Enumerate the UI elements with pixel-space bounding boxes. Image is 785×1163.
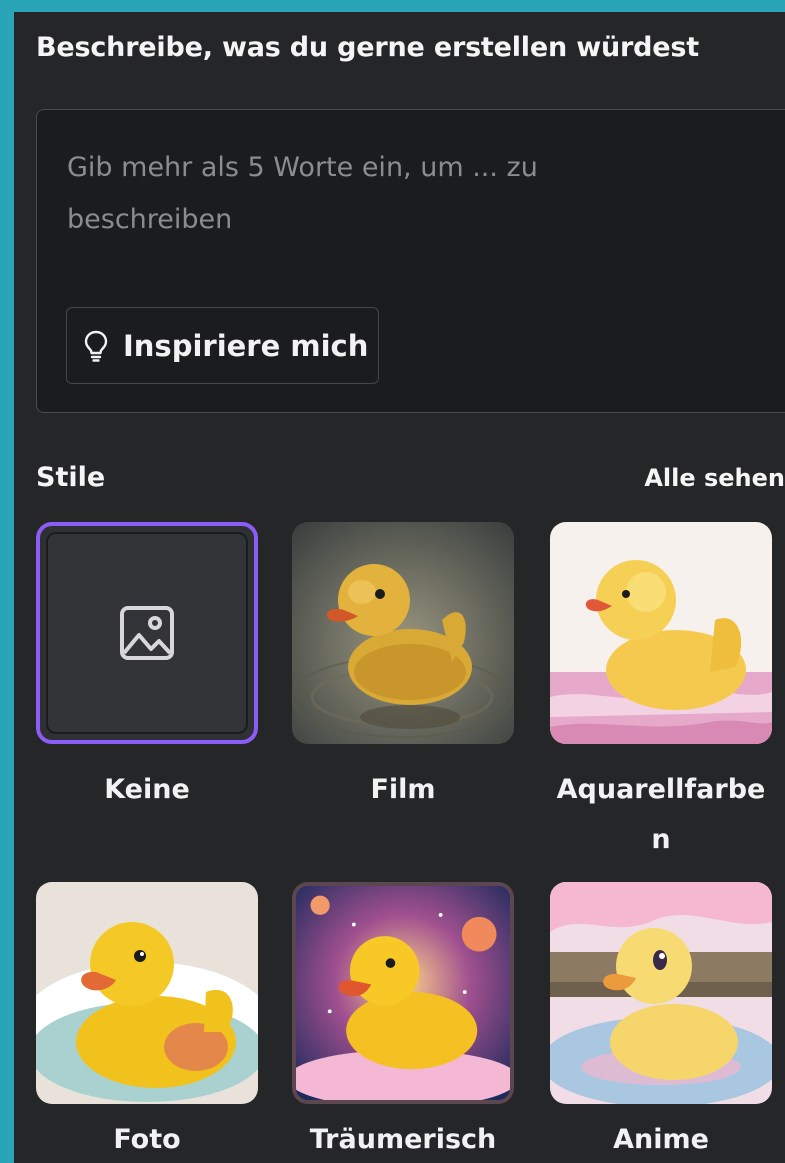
ai-image-panel: Beschreibe, was du gerne erstellen würde…	[14, 12, 785, 1163]
see-all-link[interactable]: Alle sehen	[644, 464, 785, 492]
style-label-film: Film	[370, 774, 436, 805]
prompt-placeholder: Gib mehr als 5 Worte ein, um ... zu besc…	[67, 152, 538, 235]
inspire-me-button[interactable]: Inspiriere mich	[66, 307, 379, 384]
lightbulb-icon	[83, 329, 109, 363]
style-tile-anime[interactable]	[550, 882, 772, 1104]
style-label-photo: Foto	[113, 1124, 181, 1155]
style-none-placeholder	[46, 532, 248, 734]
style-tile-watercolor[interactable]	[550, 522, 772, 744]
style-tile-dreamy[interactable]	[292, 882, 514, 1104]
inspire-me-label: Inspiriere mich	[123, 328, 369, 363]
style-tile-none[interactable]	[36, 522, 258, 744]
image-icon	[119, 605, 175, 661]
styles-title: Stile	[36, 462, 106, 493]
film-duck-image	[292, 522, 514, 744]
photo-duck-image	[36, 882, 258, 1104]
style-label-anime: Anime	[613, 1124, 709, 1155]
style-tile-photo[interactable]	[36, 882, 258, 1104]
prompt-heading: Beschreibe, was du gerne erstellen würde…	[36, 32, 699, 63]
style-label-watercolor: Aquarellfarbe n	[556, 774, 766, 855]
dreamy-duck-image	[296, 886, 510, 1100]
style-label-none: Keine	[104, 774, 190, 805]
watercolor-duck-image	[550, 522, 772, 744]
style-tile-film[interactable]	[292, 522, 514, 744]
anime-duck-image	[550, 882, 772, 1104]
style-label-dreamy: Träumerisch	[309, 1124, 497, 1155]
prompt-textarea[interactable]: Gib mehr als 5 Worte ein, um ... zu besc…	[36, 109, 785, 413]
